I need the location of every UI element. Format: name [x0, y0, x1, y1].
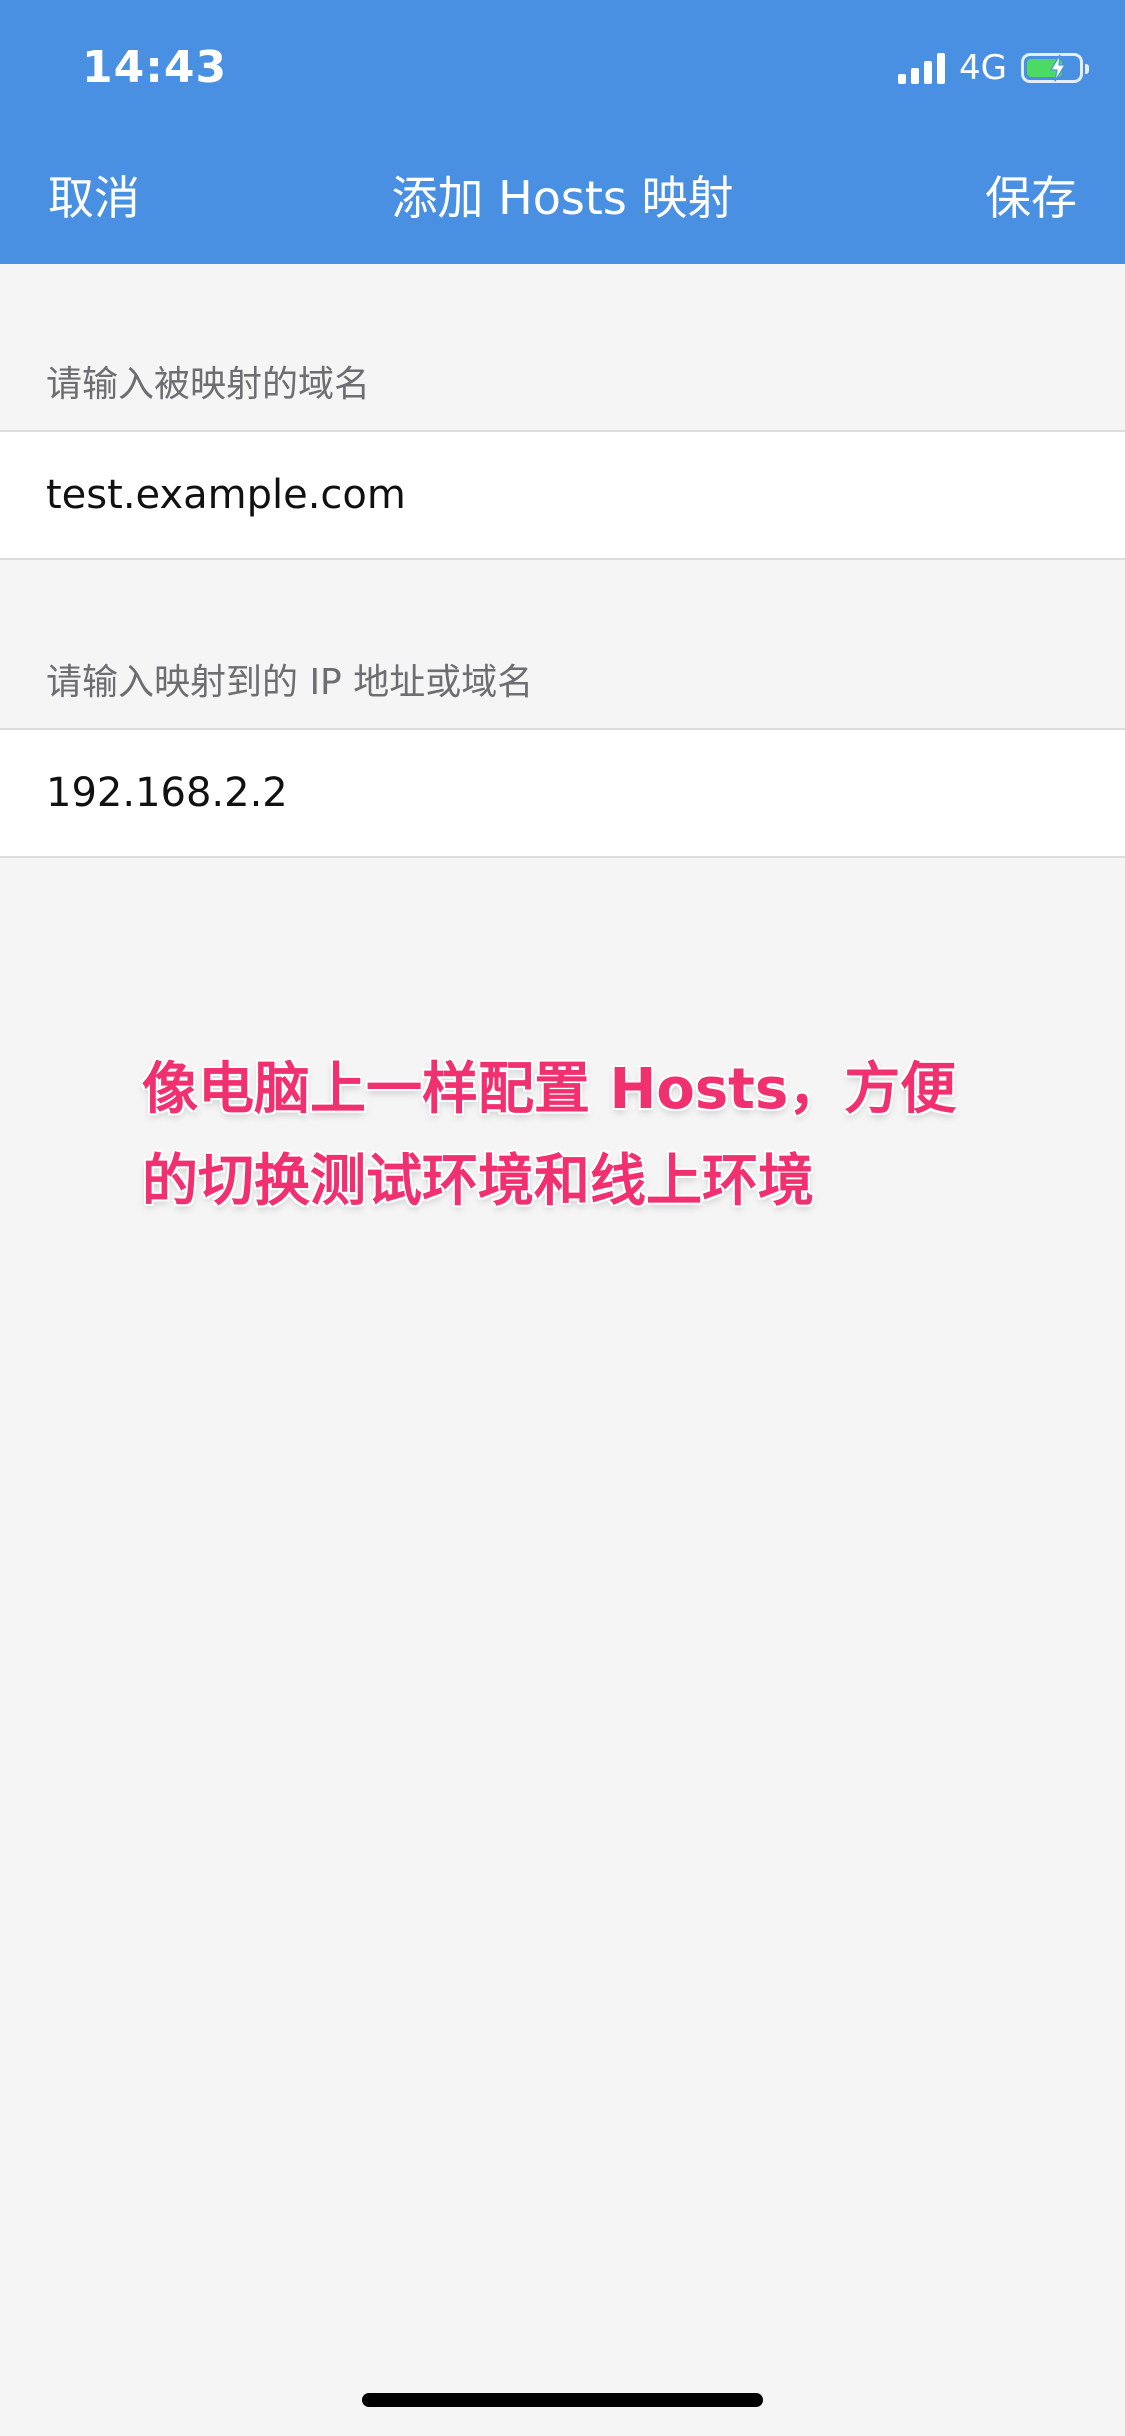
- target-section-label: 请输入映射到的 IP 地址或域名: [46, 662, 534, 703]
- charging-bolt-icon: [1050, 54, 1066, 82]
- home-indicator[interactable]: [362, 2393, 763, 2407]
- screen: 14:43 4G 取消 添加 Hosts 映射 保存 请输入被映射的域名 请输入…: [0, 0, 1125, 2436]
- target-field-row: [0, 728, 1125, 858]
- domain-section-label: 请输入被映射的域名: [46, 364, 371, 405]
- signal-icon: [898, 52, 946, 84]
- battery-icon: [1021, 53, 1089, 83]
- annotation-line-1: 像电脑上一样配置 Hosts，方便: [142, 1057, 957, 1122]
- target-input[interactable]: [46, 730, 1076, 856]
- page-title: 添加 Hosts 映射: [391, 171, 734, 225]
- status-time: 14:43: [82, 42, 228, 93]
- cancel-button[interactable]: 取消: [48, 168, 140, 228]
- battery-cap: [1085, 64, 1089, 74]
- network-type: 4G: [959, 48, 1007, 88]
- save-button[interactable]: 保存: [985, 168, 1077, 228]
- annotation-line-2: 的切换测试环境和线上环境: [142, 1149, 814, 1214]
- domain-input[interactable]: [46, 432, 1076, 558]
- header: 14:43 4G 取消 添加 Hosts 映射 保存: [0, 0, 1125, 264]
- domain-field-row: [0, 430, 1125, 560]
- status-indicators: 4G: [898, 44, 1089, 92]
- annotation-callout: 像电脑上一样配置 Hosts，方便 的切换测试环境和线上环境: [142, 1044, 1022, 1228]
